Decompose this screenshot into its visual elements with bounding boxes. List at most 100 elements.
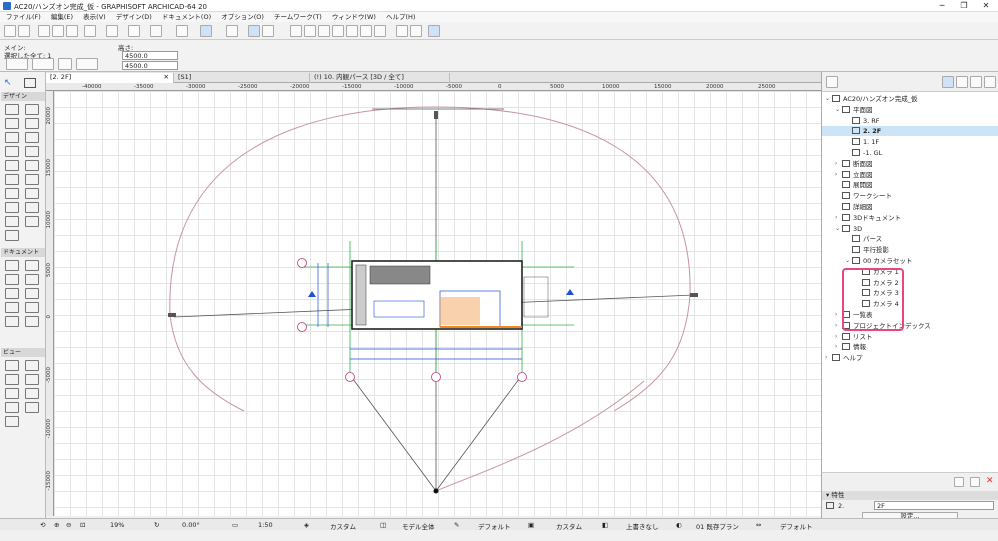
grid-icon[interactable] <box>150 25 162 37</box>
view-map-tab-icon[interactable] <box>956 76 968 88</box>
dimension-icon[interactable]: ⇔ <box>756 521 761 529</box>
zoom-in-icon[interactable]: ⊕ <box>54 521 59 529</box>
polyline-tool-icon[interactable] <box>25 302 39 313</box>
collapse-arrow-icon[interactable]: › <box>835 310 837 320</box>
beam-tool-icon[interactable] <box>25 118 39 129</box>
shell-tool-icon[interactable] <box>5 174 19 185</box>
override-icon[interactable]: ◧ <box>602 521 608 529</box>
arrow-tool[interactable]: ↖ <box>4 78 16 89</box>
tree-item[interactable]: ⌄ AC20/ハンズオン完成_仮 <box>822 94 998 104</box>
menu-options[interactable]: オプション(O) <box>221 12 264 22</box>
text-tool-icon[interactable] <box>5 274 19 285</box>
project-map-icon[interactable] <box>942 76 954 88</box>
figure-tool-icon[interactable] <box>25 402 39 413</box>
snap-icon[interactable] <box>106 25 118 37</box>
tree-item[interactable]: 1. 1F <box>822 137 998 147</box>
view-mode-icon[interactable] <box>200 25 212 37</box>
undo-view-icon[interactable]: ⟲ <box>40 521 45 529</box>
3d-view-icon[interactable] <box>248 25 260 37</box>
redo-icon[interactable] <box>18 25 30 37</box>
tree-item[interactable]: パース <box>822 234 998 244</box>
railing-tool-icon[interactable] <box>25 146 39 157</box>
section-document[interactable]: ドキュメント <box>1 248 45 257</box>
slab-tool-icon[interactable] <box>5 160 19 171</box>
curtain-wall-tool-icon[interactable] <box>5 188 19 199</box>
new-view-icon[interactable] <box>954 477 964 487</box>
expand-arrow-icon[interactable]: ⌄ <box>845 256 850 266</box>
zone-tool-icon[interactable] <box>25 188 39 199</box>
clone-icon[interactable] <box>970 477 980 487</box>
height-field-2[interactable]: 4500.0 <box>122 61 178 70</box>
morph-tool-icon[interactable] <box>25 174 39 185</box>
menu-help[interactable]: ヘルプ(H) <box>386 12 415 22</box>
tree-item[interactable]: 3. RF <box>822 116 998 126</box>
hotspot-tool-icon[interactable] <box>25 316 39 327</box>
grid-tool-icon[interactable] <box>5 402 19 413</box>
camera-tool-icon[interactable] <box>5 230 19 241</box>
collapse-arrow-icon[interactable]: › <box>835 213 837 223</box>
arrow-tool-icon[interactable] <box>38 25 50 37</box>
fill-tool-icon[interactable] <box>5 288 19 299</box>
tree-item[interactable]: ⌄ 00 カメラセット <box>822 256 998 266</box>
zoom-value[interactable]: 19% <box>110 521 124 529</box>
tab-section-s1[interactable]: [S1] <box>174 73 310 83</box>
view-map-icon[interactable] <box>826 76 838 88</box>
worksheet-tool-icon[interactable] <box>25 374 39 385</box>
geometry-tool-icon[interactable] <box>58 58 72 70</box>
object-tool-icon[interactable] <box>5 202 19 213</box>
tree-item[interactable]: › 立面図 <box>822 170 998 180</box>
collapse-arrow-icon[interactable]: › <box>835 342 837 352</box>
publisher-icon[interactable] <box>984 76 996 88</box>
layer-combo-icon[interactable]: ◈ <box>304 521 309 529</box>
offset-icon[interactable] <box>346 25 358 37</box>
tree-item[interactable]: ⌄ 3D <box>822 224 998 234</box>
delete-icon[interactable]: ✕ <box>986 476 994 486</box>
guide-icon[interactable] <box>128 25 140 37</box>
tree-item[interactable]: ワークシート <box>822 191 998 201</box>
angle-value[interactable]: 0.00° <box>182 521 200 529</box>
render-icon[interactable] <box>428 25 440 37</box>
floor-name-field[interactable]: 2F <box>874 501 994 510</box>
collapse-icon[interactable]: ▾ <box>826 491 829 499</box>
expand-arrow-icon[interactable]: ⌄ <box>835 224 840 234</box>
reference-tool-icon[interactable] <box>32 58 54 70</box>
lock-icon[interactable] <box>226 25 238 37</box>
interior-elevation-tool-icon[interactable] <box>5 374 19 385</box>
plan-canvas[interactable] <box>54 91 821 516</box>
expand-arrow-icon[interactable]: ⌄ <box>835 105 840 115</box>
height-field-1[interactable]: 4500.0 <box>122 51 178 60</box>
settings-tool-icon[interactable] <box>76 58 98 70</box>
menu-window[interactable]: ウィンドウ(W) <box>332 12 376 22</box>
collapse-arrow-icon[interactable]: › <box>835 170 837 180</box>
drawing-tool-icon[interactable] <box>5 416 19 427</box>
menu-document[interactable]: ドキュメント(O) <box>162 12 211 22</box>
collapse-arrow-icon[interactable]: › <box>825 353 827 363</box>
tree-item[interactable]: 2. 2F <box>822 126 998 137</box>
layout-book-icon[interactable] <box>970 76 982 88</box>
pick-up-icon[interactable] <box>52 25 64 37</box>
zoom-out-icon[interactable]: ⊖ <box>66 521 71 529</box>
renovation-icon[interactable]: ◐ <box>676 521 682 529</box>
section-tool-icon[interactable] <box>5 360 19 371</box>
section-design[interactable]: デザイン <box>1 92 45 101</box>
close-button[interactable]: ✕ <box>976 0 996 12</box>
maximize-button[interactable]: ❐ <box>954 0 974 12</box>
tab-floor-2f[interactable]: [2. 2F] ✕ <box>46 73 174 83</box>
skylight-tool-icon[interactable] <box>25 132 39 143</box>
rotate-icon[interactable]: ↻ <box>154 521 159 529</box>
tree-item[interactable]: › ヘルプ <box>822 353 998 363</box>
elevation-tool-icon[interactable] <box>25 360 39 371</box>
tree-item[interactable]: › 情報 <box>822 342 998 352</box>
detail-tool-icon[interactable] <box>5 388 19 399</box>
stair-tool-icon[interactable] <box>5 146 19 157</box>
label-tool-icon[interactable] <box>25 274 39 285</box>
tree-item[interactable]: › 3Dドキュメント <box>822 213 998 223</box>
change-tool-icon[interactable] <box>25 388 39 399</box>
mesh-tool-icon[interactable] <box>5 216 19 227</box>
home-icon[interactable] <box>374 25 386 37</box>
fit-icon[interactable]: ⊡ <box>80 521 85 529</box>
section-icon[interactable] <box>262 25 274 37</box>
tree-item[interactable]: -1. GL <box>822 148 998 158</box>
split-icon[interactable] <box>318 25 330 37</box>
wand-icon[interactable] <box>410 25 422 37</box>
